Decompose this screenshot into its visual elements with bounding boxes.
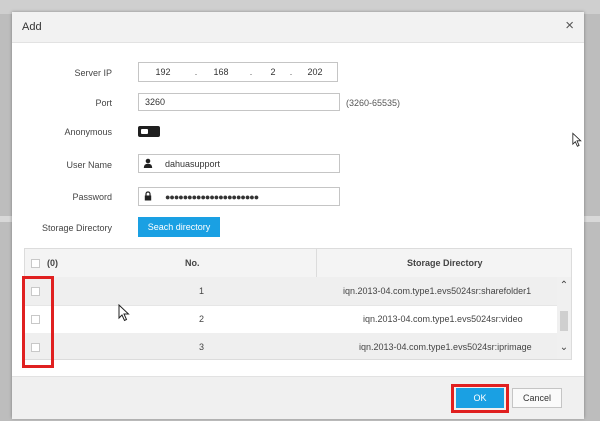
checkbox-highlight-box	[22, 276, 54, 368]
row-number: 1	[199, 286, 205, 296]
ip-separator: .	[289, 67, 293, 77]
column-divider	[316, 249, 317, 277]
row-number: 3	[199, 342, 205, 352]
storage-directory-label: Storage Directory	[41, 223, 112, 233]
select-all-checkbox[interactable]	[31, 259, 40, 268]
search-directory-button[interactable]: Seach directory	[138, 217, 220, 237]
lock-icon	[144, 191, 152, 201]
table-scrollbar[interactable]: ⌃ ⌄	[557, 277, 571, 359]
close-icon[interactable]: ×	[565, 18, 574, 34]
column-header-no: No.	[185, 258, 200, 268]
dialog-titlebar: Add ×	[12, 12, 584, 43]
table-row[interactable]: 2 iqn.2013-04.com.type1.evs5024sr:video	[25, 305, 557, 334]
anonymous-label: Anonymous	[64, 127, 112, 137]
table-header: (0) No. Storage Directory	[25, 249, 571, 278]
mouse-pointer-icon	[118, 304, 130, 322]
user-name-input[interactable]	[138, 154, 340, 173]
port-input[interactable]	[138, 93, 340, 111]
cancel-button[interactable]: Cancel	[512, 388, 562, 408]
table-row[interactable]: 3 iqn.2013-04.com.type1.evs5024sr:iprima…	[25, 333, 557, 359]
scroll-up-icon[interactable]: ⌃	[557, 279, 571, 293]
row-storage-directory: iqn.2013-04.com.type1.evs5024sr:video	[363, 314, 523, 324]
ip-octet-1[interactable]: 192	[143, 67, 183, 77]
toggle-knob	[141, 129, 148, 134]
ip-octet-4[interactable]: 202	[295, 67, 335, 77]
storage-directory-table: (0) No. Storage Directory 1 iqn.2013-04.…	[24, 248, 572, 360]
server-ip-label: Server IP	[74, 68, 112, 78]
anonymous-toggle[interactable]	[138, 126, 160, 137]
ip-octet-2[interactable]: 168	[201, 67, 241, 77]
column-header-storage-directory: Storage Directory	[407, 258, 483, 268]
row-storage-directory: iqn.2013-04.com.type1.evs5024sr:sharefol…	[343, 286, 532, 296]
password-label: Password	[72, 192, 112, 202]
selected-count: (0)	[47, 258, 58, 268]
port-label: Port	[95, 98, 112, 108]
row-storage-directory: iqn.2013-04.com.type1.evs5024sr:iprimage	[359, 342, 532, 352]
mouse-pointer-icon	[572, 132, 582, 147]
row-number: 2	[199, 314, 205, 324]
scrollbar-thumb[interactable]	[560, 311, 568, 331]
server-ip-field[interactable]: 192 . 168 . 2 . 202	[138, 62, 338, 82]
scroll-down-icon[interactable]: ⌄	[557, 341, 571, 355]
dialog-title: Add	[22, 21, 42, 33]
user-name-label: User Name	[66, 160, 112, 170]
ip-separator: .	[194, 67, 198, 77]
ok-button[interactable]: OK	[456, 388, 504, 408]
add-dialog: Add × Server IP 192 . 168 . 2 . 202 Port…	[12, 12, 584, 419]
user-icon	[143, 158, 153, 168]
password-input[interactable]	[138, 187, 340, 206]
table-row[interactable]: 1 iqn.2013-04.com.type1.evs5024sr:sharef…	[25, 277, 557, 306]
port-range-hint: (3260-65535)	[346, 98, 401, 108]
